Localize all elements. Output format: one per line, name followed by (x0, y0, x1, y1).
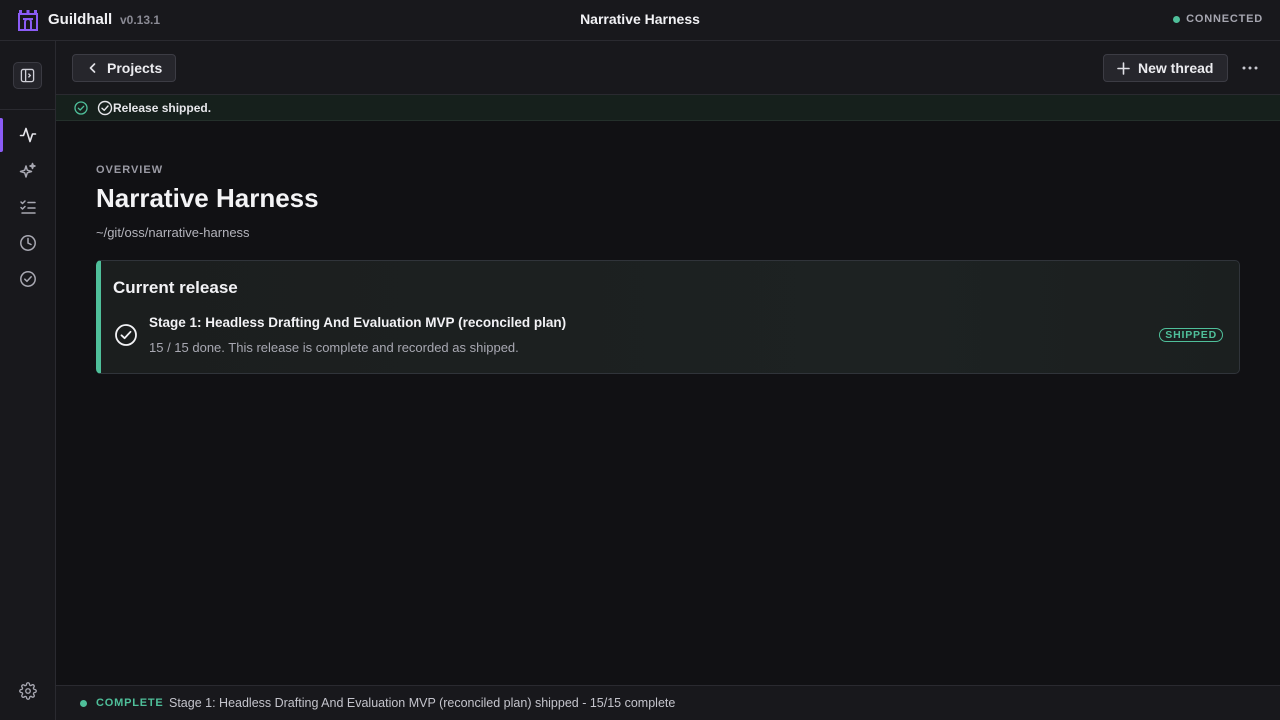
title-bar: Guildhall v0.13.1 Narrative Harness CONN… (0, 0, 1280, 41)
connection-status-label: CONNECTED (1186, 13, 1263, 25)
section-overline: OVERVIEW (96, 164, 164, 176)
sidebar-toggle-icon (20, 68, 35, 83)
back-button-label: Projects (107, 60, 163, 76)
app-version: v0.13.1 (120, 13, 161, 27)
card-title: Current release (113, 278, 238, 297)
sidebar-divider (0, 109, 55, 110)
more-options-button[interactable] (1239, 54, 1261, 82)
status-bar: COMPLETE Stage 1: Headless Drafting And … (56, 685, 1280, 720)
window-title: Narrative Harness (580, 11, 700, 27)
ellipsis-icon (1242, 66, 1258, 70)
app-name: Guildhall (48, 11, 113, 28)
current-release-card: Current release Stage 1: Headless Drafti… (96, 260, 1240, 374)
page-title: Narrative Harness (96, 183, 319, 213)
castle-logo-icon (18, 10, 38, 31)
sidebar-toggle-button[interactable] (13, 62, 42, 89)
release-description: 15 / 15 done. This release is complete a… (149, 340, 519, 355)
sidebar-item-tasks[interactable] (0, 190, 55, 224)
status-message: Stage 1: Headless Drafting And Evaluatio… (169, 696, 676, 710)
gear-icon (18, 682, 37, 700)
notice-text: Release shipped. (113, 101, 212, 115)
check-circle-icon (115, 324, 137, 346)
settings-button[interactable] (0, 674, 55, 708)
sidebar-item-history[interactable] (0, 226, 55, 260)
checklist-icon (19, 200, 36, 214)
status-dot-icon (80, 700, 87, 707)
connection-status: CONNECTED (1173, 13, 1263, 25)
sidebar-item-sparkles[interactable] (0, 154, 55, 188)
sidebar (0, 41, 56, 720)
success-check-icon (74, 101, 88, 115)
connection-dot-icon (1173, 15, 1181, 23)
back-to-projects-button[interactable]: Projects (72, 54, 176, 82)
sidebar-item-activity[interactable] (0, 118, 55, 152)
sparkles-icon (19, 162, 36, 178)
activity-icon (19, 127, 36, 143)
status-badge: SHIPPED (1159, 328, 1223, 342)
check-circle-icon (19, 271, 36, 287)
toolbar: Projects New thread (56, 41, 1280, 95)
clock-icon (19, 235, 36, 251)
release-name: Stage 1: Headless Drafting And Evaluatio… (149, 315, 567, 330)
status-label: COMPLETE (96, 697, 164, 709)
new-thread-button[interactable]: New thread (1103, 54, 1228, 82)
new-thread-label: New thread (1138, 60, 1214, 76)
project-path: ~/git/oss/narrative-harness (96, 225, 250, 240)
plus-icon (1117, 61, 1130, 75)
chevron-left-icon (89, 63, 96, 73)
sidebar-item-completed[interactable] (0, 262, 55, 296)
check-circle-icon (97, 100, 113, 116)
release-notice-banner: Release shipped. (56, 95, 1280, 121)
